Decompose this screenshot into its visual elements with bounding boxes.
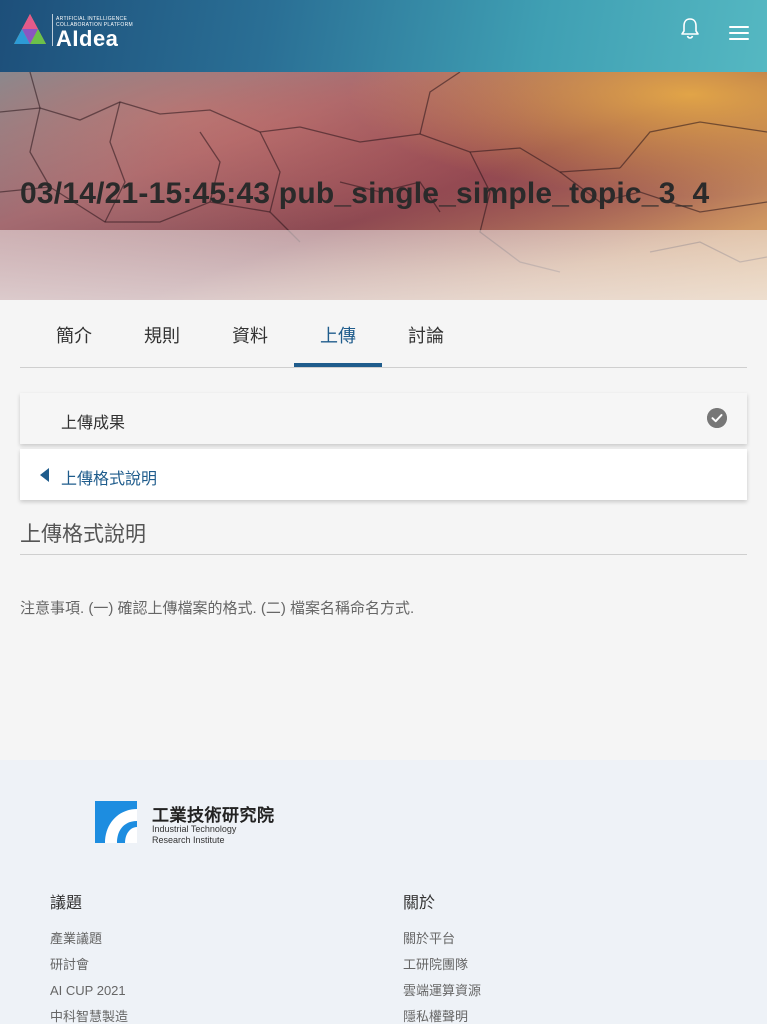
hamburger-menu-icon[interactable] <box>729 26 751 44</box>
section-text: 注意事項. (一) 確認上傳檔案的格式. (二) 檔案名稱命名方式. <box>20 600 415 617</box>
footer-column-about: 關於 關於平台 工研院團隊 雲端運算資源 隱私權聲明 <box>403 894 481 1024</box>
bell-icon[interactable] <box>679 16 701 40</box>
itri-logo[interactable]: 工業技術研究院 Industrial Technology Research I… <box>95 801 277 845</box>
logo-text: AIdea <box>56 26 119 51</box>
page-title: 03/14/21-15:45:43 pub_single_simple_topi… <box>20 177 710 210</box>
aidea-logo[interactable]: ARTIFICIAL INTELLIGENCE COLLABORATION PL… <box>12 10 133 52</box>
footer-column-topics: 議題 產業議題 研討會 AI CUP 2021 中科智慧製造 <box>50 894 128 1024</box>
footer-link-ai-cup[interactable]: AI CUP 2021 <box>50 982 128 1008</box>
footer-column-title: 關於 <box>403 895 436 912</box>
aidea-logo-mark-icon <box>14 14 46 44</box>
format-info-label: 上傳格式說明 <box>61 471 158 488</box>
itri-english-line2: Research Institute <box>152 835 225 845</box>
footer-link-itri-team[interactable]: 工研院團隊 <box>403 956 481 982</box>
check-circle-icon <box>707 408 727 428</box>
tab-rules[interactable]: 規則 <box>124 300 200 367</box>
footer-link-smart-manufacturing[interactable]: 中科智慧製造 <box>50 1008 128 1024</box>
footer-link-cloud-resources[interactable]: 雲端運算資源 <box>403 982 481 1008</box>
top-nav-bar: ARTIFICIAL INTELLIGENCE COLLABORATION PL… <box>0 0 767 72</box>
caret-left-icon <box>40 468 49 482</box>
footer-column-title: 議題 <box>50 895 83 912</box>
tab-upload[interactable]: 上傳 <box>294 300 382 367</box>
itri-name: 工業技術研究院 <box>152 806 275 825</box>
tab-intro[interactable]: 簡介 <box>36 300 112 367</box>
footer-link-about-platform[interactable]: 關於平台 <box>403 930 481 956</box>
format-info-panel[interactable]: 上傳格式說明 <box>20 449 747 500</box>
upload-result-panel[interactable]: 上傳成果 <box>20 393 747 444</box>
topic-tabs: 簡介 規則 資料 上傳 討論 <box>20 300 747 368</box>
itri-english-line1: Industrial Technology <box>152 824 237 834</box>
banner-title-backdrop <box>0 230 767 300</box>
footer-link-seminar[interactable]: 研討會 <box>50 956 128 982</box>
upload-result-label: 上傳成果 <box>61 415 126 432</box>
itri-logo-mark-icon <box>95 801 137 843</box>
tab-discussion[interactable]: 討論 <box>388 300 464 367</box>
logo-divider <box>52 14 53 46</box>
tab-data[interactable]: 資料 <box>212 300 288 367</box>
section-divider <box>20 554 747 555</box>
footer-link-industry-topics[interactable]: 產業議題 <box>50 930 128 956</box>
section-title: 上傳格式說明 <box>20 523 146 546</box>
footer-link-privacy[interactable]: 隱私權聲明 <box>403 1008 481 1024</box>
